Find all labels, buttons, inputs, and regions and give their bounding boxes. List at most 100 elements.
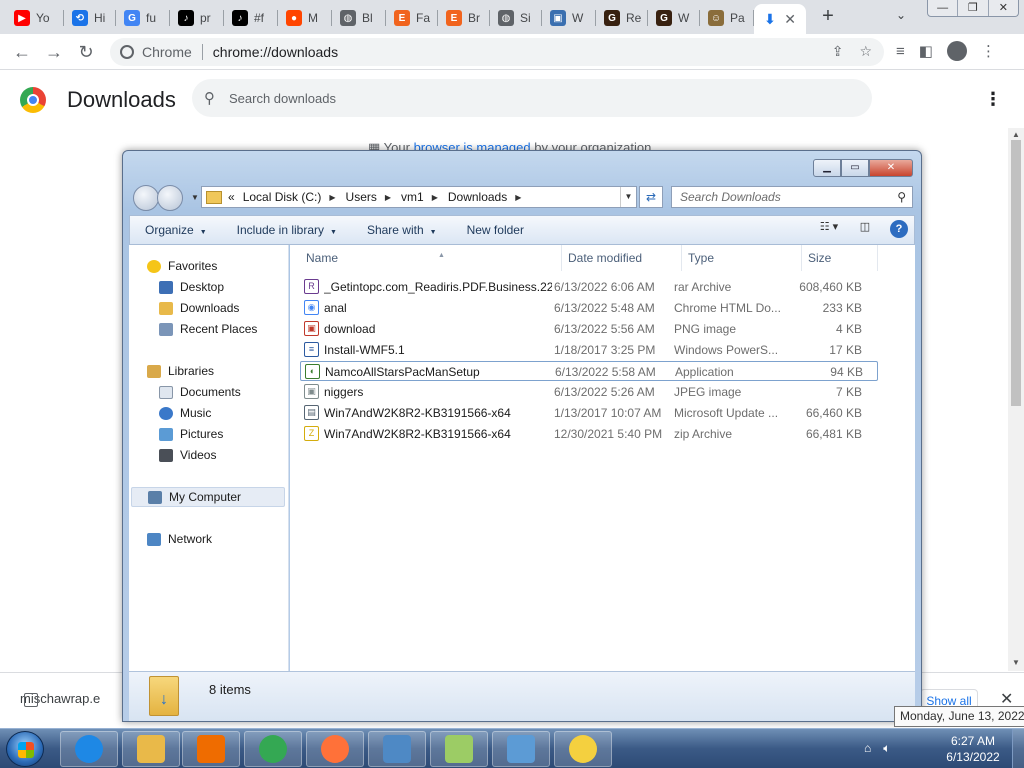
column-date-modified[interactable]: Date modified: [562, 245, 682, 271]
file-row[interactable]: ≡ Install-WMF5.1 1/18/2017 3:25 PM Windows …: [300, 340, 878, 360]
share-icon[interactable]: ⇪: [832, 43, 844, 60]
column-type[interactable]: Type: [682, 245, 802, 271]
nav-libraries[interactable]: Libraries: [147, 364, 214, 378]
address-bar[interactable]: Chrome chrome://downloads ⇪ ☆: [110, 38, 884, 66]
nav-downloads[interactable]: Downloads: [159, 301, 239, 315]
reload-button[interactable]: ↻: [74, 40, 98, 64]
search-downloads-field[interactable]: ⚲ Search downloads: [192, 79, 872, 117]
tab-search-chevron-icon[interactable]: ⌄: [896, 8, 906, 22]
close-window-button[interactable]: ✕: [989, 0, 1018, 16]
taskbar-app-button[interactable]: [492, 731, 550, 767]
browser-tab[interactable]: Gfu: [116, 4, 170, 32]
organize-button[interactable]: Organize ▼: [130, 223, 222, 237]
breadcrumb-arrow-icon[interactable]: ▶: [515, 193, 521, 202]
forward-button[interactable]: →: [42, 40, 66, 64]
shelf-download-item[interactable]: mischawrap.e: [20, 691, 100, 707]
recent-pages-chevron-icon[interactable]: ▼: [191, 193, 199, 202]
page-scrollbar[interactable]: ▲ ▼: [1008, 128, 1024, 671]
clock[interactable]: 6:27 AM 6/13/2022: [940, 733, 1006, 765]
explorer-close-button[interactable]: ✕: [869, 159, 913, 177]
explorer-forward-button[interactable]: [157, 185, 183, 211]
taskbar-app-button[interactable]: [430, 731, 488, 767]
show-desktop-button[interactable]: [1012, 729, 1024, 768]
explorer-search-field[interactable]: Search Downloads ⚲: [671, 186, 913, 208]
include-in-library-button[interactable]: Include in library ▼: [222, 223, 352, 237]
browser-tab[interactable]: ◍ Bl: [332, 4, 386, 32]
browser-tab[interactable]: ♪ pr: [170, 4, 224, 32]
explorer-maximize-button[interactable]: ▭: [841, 159, 869, 177]
browser-tab[interactable]: ▶ Yo: [6, 4, 64, 32]
breadcrumb-arrow-icon[interactable]: ▶: [385, 193, 391, 202]
help-icon[interactable]: ?: [890, 220, 908, 238]
taskbar-app-button[interactable]: [182, 731, 240, 767]
file-row[interactable]: ▣ niggers 6/13/2022 5:26 AM JPEG image 7 KB: [300, 382, 878, 402]
scrollbar-thumb[interactable]: [1011, 140, 1021, 406]
browser-tab[interactable]: ▣ W: [542, 4, 596, 32]
chrome-menu-icon[interactable]: ⋮: [981, 42, 996, 60]
tab-close-icon[interactable]: ✕: [784, 11, 796, 28]
browser-tab[interactable]: ◍ Si: [490, 4, 542, 32]
browser-tab[interactable]: GW: [648, 4, 700, 32]
network-tray-icon[interactable]: ⌂: [864, 741, 871, 756]
browser-tab[interactable]: E Fa: [386, 4, 438, 32]
address-dropdown-icon[interactable]: ▼: [620, 187, 636, 207]
breadcrumb-item[interactable]: Downloads: [448, 190, 507, 204]
nav-favorites[interactable]: Favorites: [147, 259, 217, 273]
change-view-icon[interactable]: ☷ ▾: [818, 220, 840, 238]
share-with-button[interactable]: Share with ▼: [352, 223, 452, 237]
nav-recent-places[interactable]: Recent Places: [159, 322, 257, 336]
new-tab-button[interactable]: +: [816, 5, 840, 29]
browser-tab[interactable]: ● M: [278, 4, 332, 32]
file-row[interactable]: ◐ NamcoAllStarsPacManSetup 6/13/2022 5:58 …: [300, 361, 878, 381]
nav-pictures[interactable]: Pictures: [159, 427, 223, 441]
taskbar-app-button[interactable]: [554, 731, 612, 767]
taskbar-app-button[interactable]: [122, 731, 180, 767]
nav-my-computer[interactable]: My Computer: [131, 487, 285, 507]
scroll-down-arrow-icon[interactable]: ▼: [1012, 658, 1020, 667]
restore-button[interactable]: ❐: [958, 0, 989, 16]
breadcrumb-arrow-icon[interactable]: ▶: [329, 193, 335, 202]
reading-list-icon[interactable]: ≡: [896, 43, 905, 60]
file-row[interactable]: R _Getintopc.com_Readiris.PDF.Business.22…: [300, 277, 878, 297]
browser-tab[interactable]: ⟲ Hi: [64, 4, 116, 32]
breadcrumb-overflow[interactable]: «: [228, 190, 235, 204]
taskbar-app-button[interactable]: [60, 731, 118, 767]
browser-tab[interactable]: ☺ Pa: [700, 4, 754, 32]
browser-tab[interactable]: ♪ #f: [224, 4, 278, 32]
browser-tab[interactable]: E Br: [438, 4, 490, 32]
nav-network[interactable]: Network: [147, 532, 212, 546]
volume-icon[interactable]: 🔈︎: [883, 741, 890, 756]
minimize-button[interactable]: —: [928, 0, 959, 16]
taskbar-app-button[interactable]: [306, 731, 364, 767]
start-button[interactable]: [6, 731, 44, 767]
breadcrumb-item[interactable]: Local Disk (C:): [243, 190, 322, 204]
explorer-minimize-button[interactable]: ▁: [813, 159, 841, 177]
file-row[interactable]: ▤ Win7AndW2K8R2-KB3191566-x64 1/13/2017 10…: [300, 403, 878, 423]
breadcrumb-item[interactable]: vm1: [401, 190, 424, 204]
side-panel-icon[interactable]: ◧: [919, 42, 933, 60]
column-size[interactable]: Size: [802, 245, 878, 271]
file-row[interactable]: ▣ download 6/13/2022 5:56 AM PNG image 4 KB: [300, 319, 878, 339]
column-name[interactable]: Name ▲: [300, 245, 562, 271]
file-row[interactable]: Z Win7AndW2K8R2-KB3191566-x64 12/30/2021 5…: [300, 424, 878, 444]
preview-pane-icon[interactable]: ◫: [854, 220, 876, 238]
explorer-refresh-button[interactable]: ⇄: [639, 186, 663, 208]
downloads-menu-icon[interactable]: ⋮: [984, 89, 1002, 110]
file-row[interactable]: ◉ anal 6/13/2022 5:48 AM Chrome HTML Do... 2…: [300, 298, 878, 318]
taskbar-app-button[interactable]: [244, 731, 302, 767]
nav-desktop[interactable]: Desktop: [159, 280, 224, 294]
taskbar-app-button[interactable]: [368, 731, 426, 767]
explorer-back-button[interactable]: [133, 185, 159, 211]
nav-documents[interactable]: Documents: [159, 385, 241, 399]
nav-videos[interactable]: Videos: [159, 448, 216, 462]
explorer-address-bar[interactable]: « Local Disk (C:) ▶ Users ▶ vm1 ▶ Downloads…: [201, 186, 637, 208]
breadcrumb-arrow-icon[interactable]: ▶: [432, 193, 438, 202]
nav-music[interactable]: Music: [159, 406, 211, 420]
back-button[interactable]: ←: [10, 40, 34, 64]
scroll-up-arrow-icon[interactable]: ▲: [1012, 130, 1020, 139]
new-folder-button[interactable]: New folder: [452, 223, 539, 237]
bookmark-star-icon[interactable]: ☆: [859, 43, 872, 60]
tab-downloads[interactable]: ⬇ ✕: [754, 4, 806, 34]
browser-tab[interactable]: G Re: [596, 4, 648, 32]
site-chip[interactable]: Chrome: [120, 44, 192, 60]
